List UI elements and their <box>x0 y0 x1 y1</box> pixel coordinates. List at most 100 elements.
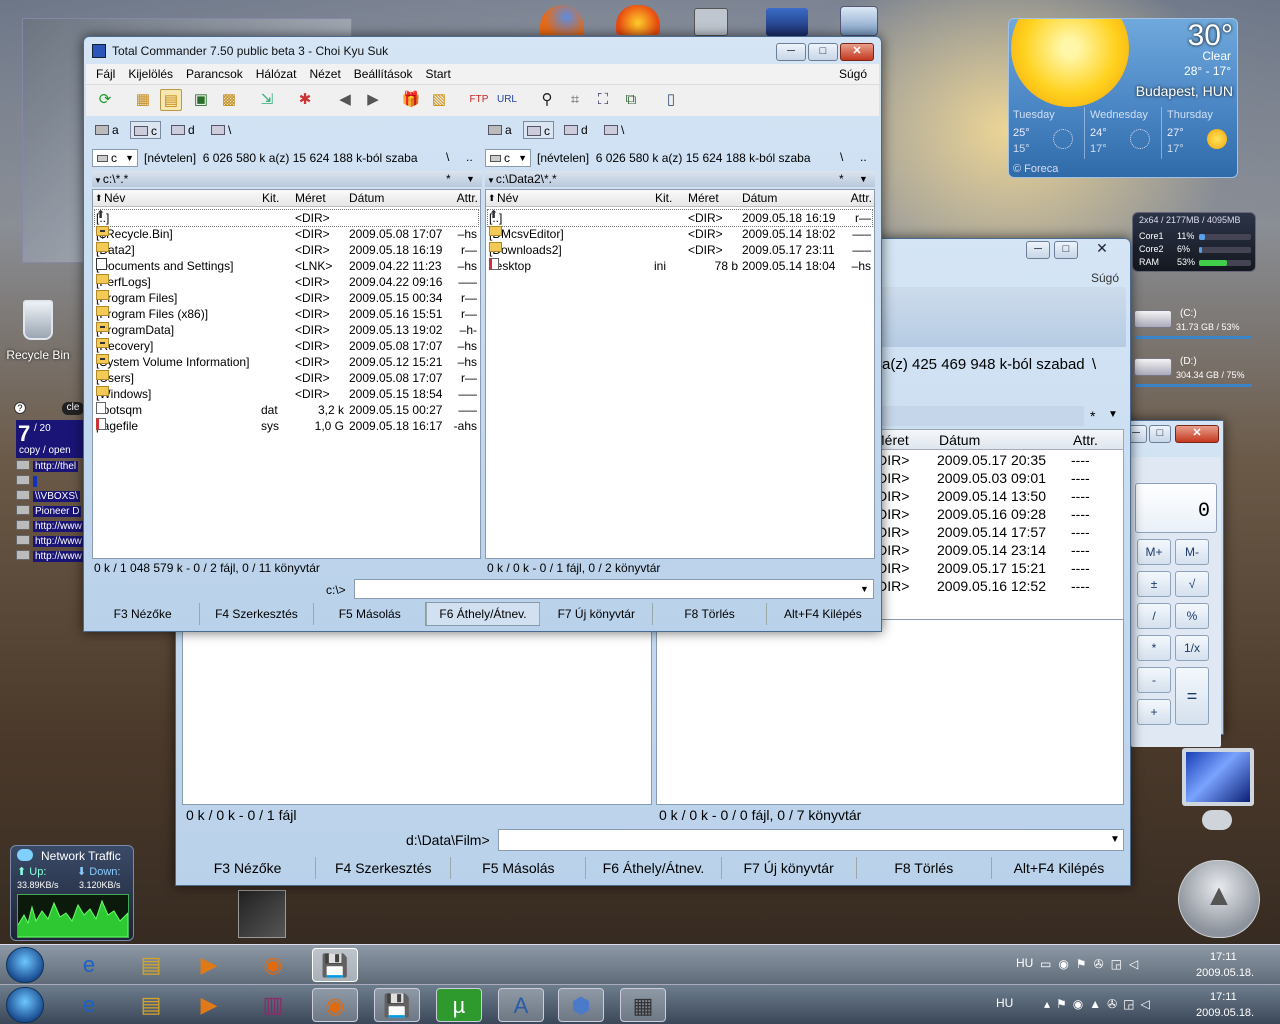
menu-item[interactable]: Start <box>426 67 451 81</box>
firefox-desktop-icon[interactable] <box>540 5 584 35</box>
left-parent-button[interactable]: .. <box>466 150 473 164</box>
file-row[interactable]: desktop ini 78 b 2009.05.14 18:04 –hs <box>488 258 872 274</box>
back-icon[interactable]: ◀ <box>334 89 356 111</box>
clock-time-upper[interactable]: 17:11 <box>1210 951 1237 963</box>
drive-button-a[interactable]: a <box>485 121 515 139</box>
col-size[interactable]: Méret <box>688 190 719 207</box>
fkey-button-f3[interactable]: F3 Nézőke <box>180 857 315 879</box>
fkey-button-f6[interactable]: F6 Áthely/Átnev. <box>424 602 541 626</box>
fkey-button-f8[interactable]: F8 Törlés <box>652 603 765 625</box>
unpack-icon[interactable]: ▧ <box>428 89 450 111</box>
calc-button[interactable]: + <box>1137 699 1171 725</box>
fkey-button-f7[interactable]: F7 Új könyvtár <box>539 603 652 625</box>
calculator-icon[interactable]: ▦ <box>620 988 666 1022</box>
drive-button-c[interactable]: c <box>130 121 161 139</box>
calc-button[interactable]: 1/x <box>1175 635 1209 661</box>
tc-back-help-menu[interactable]: Súgó <box>1091 271 1119 285</box>
file-row[interactable]: ⬆ [..] <DIR> <box>94 209 479 227</box>
drive-button-c[interactable]: c <box>523 121 554 139</box>
fkey-button-f5[interactable]: F5 Másolás <box>450 857 585 879</box>
fkey-button-f3[interactable]: F3 Nézőke <box>86 603 199 625</box>
calc-button[interactable]: - <box>1137 667 1171 693</box>
forward-icon[interactable]: ▶ <box>362 89 384 111</box>
tc-back-filter-dropdown-icon[interactable]: ▼ <box>1108 409 1118 420</box>
firefox-icon[interactable]: ◉ <box>312 988 358 1022</box>
calc-button[interactable]: M+ <box>1137 539 1171 565</box>
menu-item[interactable]: Nézet <box>309 67 340 81</box>
detailed-view-icon[interactable]: ▤ <box>160 89 182 111</box>
right-drive-select[interactable]: c ▼ <box>485 149 531 167</box>
right-file-panel[interactable]: ⬆ Név Kit. Méret Dátum Attr. ⬆ [..] <DIR> 2009.05… <box>485 189 875 559</box>
left-drive-select[interactable]: c ▼ <box>92 149 138 167</box>
select-icon[interactable]: ✱ <box>294 89 316 111</box>
drive-button-a[interactable]: a <box>92 121 122 139</box>
media-player-icon-upper[interactable]: ▶ <box>186 948 232 982</box>
col-name[interactable]: Név <box>104 190 125 207</box>
weather-provider[interactable]: © Foreca <box>1013 163 1058 175</box>
calc-close-button[interactable]: ✕ <box>1175 425 1219 443</box>
col-ext[interactable]: Kit. <box>262 190 279 207</box>
cmd-input[interactable] <box>354 579 874 599</box>
calc-button[interactable]: = <box>1175 667 1209 725</box>
lang-indicator-upper[interactable]: HU <box>1016 956 1033 970</box>
file-row[interactable]: [Data2] <DIR> 2009.05.18 16:19 r— <box>95 242 478 258</box>
drive-button-d[interactable]: d <box>561 121 591 139</box>
right-parent-button[interactable]: .. <box>860 150 867 164</box>
multi-rename-icon[interactable]: ⌗ <box>564 89 586 111</box>
ie-icon-upper[interactable]: e <box>66 948 112 982</box>
fkey-button-f7[interactable]: F7 Új könyvtár <box>720 857 856 879</box>
calc-button[interactable]: % <box>1175 603 1209 629</box>
file-row[interactable]: [$Recycle.Bin] <DIR> 2009.05.08 17:07 –hs <box>95 226 478 242</box>
menu-item[interactable]: Hálózat <box>256 67 297 81</box>
col-date[interactable]: Dátum <box>742 190 777 207</box>
tc-taskbar-icon[interactable]: 💾 <box>374 988 420 1022</box>
compare-icon[interactable]: ⧉ <box>620 89 642 111</box>
file-row[interactable]: [Program Files (x86)] <DIR> 2009.05.16 15:… <box>95 306 478 322</box>
col-attr[interactable]: Attr. <box>457 190 478 207</box>
left-file-panel[interactable]: ⬆ Név Kit. Méret Dátum Attr. ⬆ [..] <DIR> [$Recyc… <box>92 189 481 559</box>
file-row[interactable]: [Recovery] <DIR> 2009.05.08 17:07 –hs <box>95 338 478 354</box>
file-row[interactable]: [PerfLogs] <DIR> 2009.04.22 09:16 —– <box>95 274 478 290</box>
fkey-button-f5[interactable]: F5 Másolás <box>312 603 426 625</box>
calc-button[interactable]: √ <box>1175 571 1209 597</box>
url-list-item[interactable]: http://www <box>16 550 84 565</box>
tc-back-close-button[interactable]: ✕ <box>1082 241 1122 259</box>
invert-selection-icon[interactable]: ⇲ <box>256 89 278 111</box>
menu-item[interactable]: Beállítások <box>354 67 413 81</box>
virtualbox-icon[interactable]: ⬢ <box>558 988 604 1022</box>
col-name[interactable]: Név <box>497 190 518 207</box>
right-filter-dropdown-icon[interactable]: ▼ <box>859 171 868 187</box>
drive-button-root[interactable]: \ <box>601 121 627 139</box>
right-path-bar[interactable]: ▼c:\Data2\*.* * ▼ <box>485 171 875 187</box>
tc-back-col-attr[interactable]: Attr. <box>1073 432 1098 448</box>
start-button-upper[interactable] <box>6 947 44 983</box>
wordpad-icon[interactable]: A <box>498 988 544 1022</box>
menu-item[interactable]: Fájl <box>96 67 115 81</box>
pack-icon[interactable]: 🎁 <box>400 89 422 111</box>
refresh-icon[interactable]: ⟳ <box>94 89 116 111</box>
ie-icon[interactable]: e <box>66 988 112 1022</box>
left-path-bar[interactable]: ▼c:\*.* * ▼ <box>92 171 482 187</box>
fkey-button-altf4[interactable]: Alt+F4 Kilépés <box>990 857 1126 879</box>
help-icon[interactable]: ? <box>14 402 26 414</box>
file-row[interactable]: pagefile sys 1,0 G 2009.05.18 16:17 -ahs <box>95 418 478 434</box>
thumbnail-view-icon[interactable]: ▣ <box>190 89 212 111</box>
tc-back-col-date[interactable]: Dátum <box>939 432 980 448</box>
tc-back-minimize-button[interactable]: ─ <box>1026 241 1050 259</box>
right-root-button[interactable]: \ <box>840 150 843 164</box>
url-list-item[interactable] <box>16 475 84 490</box>
left-root-button[interactable]: \ <box>446 150 449 164</box>
file-row[interactable]: [DMcsvEditor] <DIR> 2009.05.14 18:02 —– <box>488 226 872 242</box>
right-filter[interactable]: * <box>839 171 844 187</box>
eject-icon[interactable]: ▲ <box>1178 860 1260 938</box>
calc-maximize-button[interactable]: □ <box>1149 425 1171 443</box>
file-row[interactable]: [Windows] <DIR> 2009.05.15 18:54 —– <box>95 386 478 402</box>
file-row[interactable]: [ProgramData] <DIR> 2009.05.13 19:02 –h- <box>95 322 478 338</box>
tc-taskbar-icon-upper[interactable]: 💾 <box>312 948 358 982</box>
tc-back-cmd-dropdown-icon[interactable]: ▼ <box>1110 834 1120 845</box>
clear-button[interactable]: cle <box>62 402 84 415</box>
fkey-button-altf4[interactable]: Alt+F4 Kilépés <box>765 603 879 625</box>
tree-view-icon[interactable]: ▩ <box>218 89 240 111</box>
utorrent-icon[interactable]: µ <box>436 988 482 1022</box>
url-icon[interactable]: URL <box>496 89 518 111</box>
